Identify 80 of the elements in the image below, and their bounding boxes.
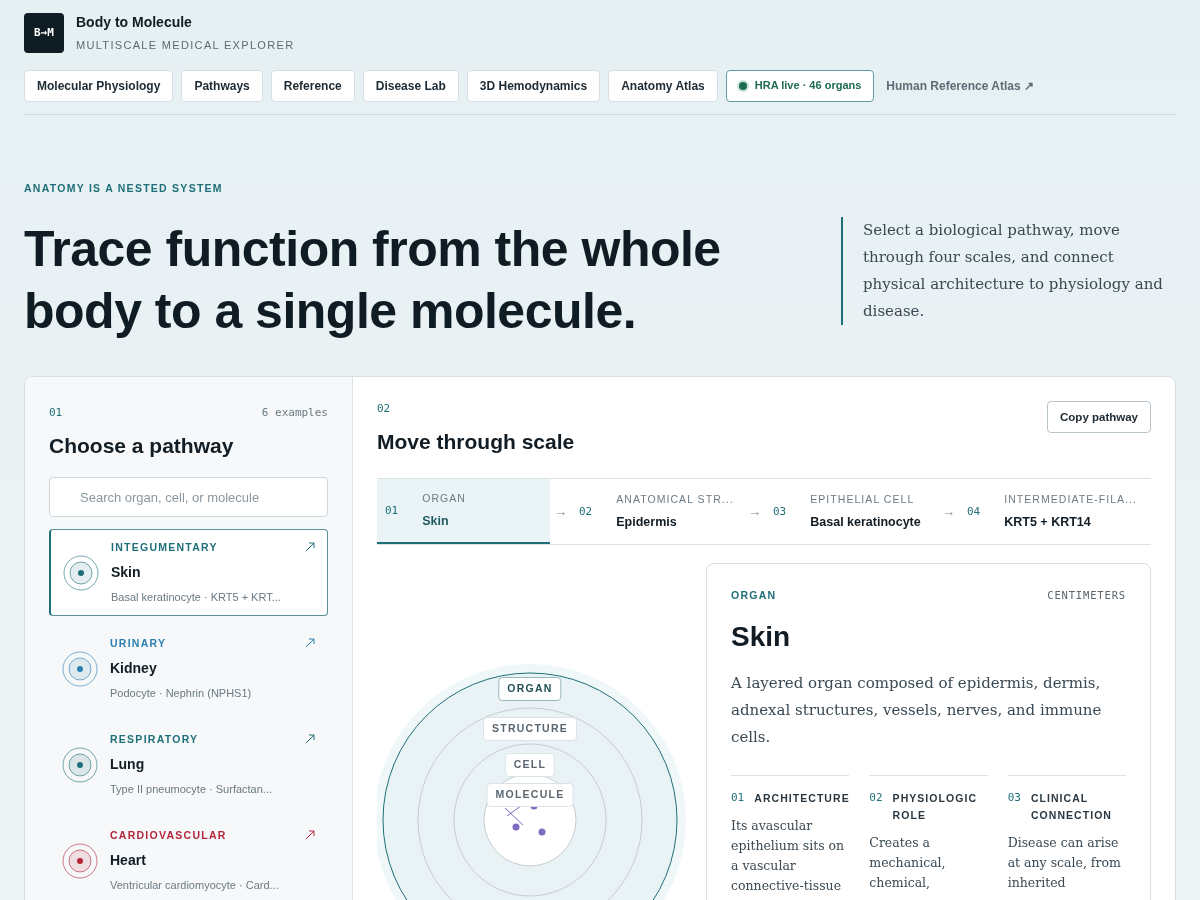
status-text: HRA live · 46 organs <box>754 78 862 94</box>
pathway-detail: Type II pneumocyte · Surfactan... <box>110 781 274 797</box>
category-label: RESPIRATORY <box>110 732 200 748</box>
step-label: ORGAN <box>422 491 466 506</box>
facet-title: ARCHITECTURE <box>754 791 850 806</box>
step-index: 03 <box>773 503 787 520</box>
nav-button[interactable]: Pathways <box>181 69 263 102</box>
app-title: Body to Molecule <box>76 13 193 32</box>
pathway-item[interactable]: RESPIRATORY Lung Type II pneumocyte · Surfactan... <box>49 721 328 809</box>
scale-step[interactable]: 02 ANATOMICAL STR... Epidermis <box>571 479 744 545</box>
target-icon <box>62 650 98 687</box>
facet-number: 02 <box>869 790 883 806</box>
category-label: URINARY <box>110 636 168 652</box>
step-label: INTERMEDIATE-FILA... <box>1004 492 1138 507</box>
step-value: Basal keratinocyte <box>810 513 921 531</box>
step-index: 04 <box>967 503 981 520</box>
step-index: 01 <box>385 502 399 519</box>
step-number: 02 <box>377 401 392 418</box>
step-arrow: → <box>941 503 956 521</box>
arrow-icon <box>305 542 315 553</box>
step-arrow: → <box>747 503 762 521</box>
scale-label[interactable]: CELL <box>504 753 556 777</box>
step-arrow: → <box>553 503 568 521</box>
pathway-detail: Basal keratinocyte · KRT5 + KRT... <box>111 589 282 605</box>
hero-heading: Trace function from the whole body to a single molecule. <box>24 220 722 342</box>
step-number: 01 <box>49 405 63 422</box>
target-icon <box>62 746 98 783</box>
pathway-item[interactable]: CARDIOVASCULAR Heart Ventricular cardiomyocyte · Card... <box>49 817 328 900</box>
search-field[interactable]: Search organ, cell, or molecule <box>49 477 328 518</box>
step-value: Skin <box>422 512 450 530</box>
example-count: 6 examples <box>261 405 328 422</box>
facet-number: 01 <box>731 790 745 806</box>
category-label: CARDIOVASCULAR <box>110 828 228 844</box>
organ-name: Heart <box>110 850 147 870</box>
level-label: ORGAN <box>731 588 777 604</box>
arrow-icon <box>305 638 315 649</box>
nav-button[interactable]: Molecular Physiology <box>24 69 174 102</box>
arrow-icon <box>305 734 315 745</box>
scale-step[interactable]: 01 ORGAN Skin <box>377 479 550 545</box>
detail-title: Skin <box>731 620 792 654</box>
scale-label[interactable]: STRUCTURE <box>482 717 578 741</box>
step-value: KRT5 + KRT14 <box>1004 513 1092 531</box>
app-subtitle: MULTISCALE MEDICAL EXPLORER <box>76 38 295 53</box>
organ-name: Skin <box>111 562 142 582</box>
target-icon <box>62 842 98 879</box>
panel-title: Move through scale <box>377 428 575 455</box>
facet-text: Creates a mechanical, chemical, <box>869 834 947 892</box>
scale-label[interactable]: ORGAN <box>498 677 562 701</box>
target-icon <box>63 554 99 591</box>
arrow-icon <box>305 830 315 841</box>
facet-number: 03 <box>1007 790 1021 806</box>
facet-title: PHYSIOLOGIC ROLE <box>892 791 979 823</box>
unit-label: CENTIMETERS <box>1047 588 1126 604</box>
facet-title: CLINICAL CONNECTION <box>1030 791 1113 823</box>
hero-intro: Select a biological pathway, move through four scales, and connect physical architecture to physiology and disease. <box>841 216 1172 325</box>
pathway-detail: Podocyte · Nephrin (NPHS1) <box>110 685 253 701</box>
organ-name: Kidney <box>110 658 158 678</box>
scale-step[interactable]: 03 EPITHELIAL CELL Basal keratinocyte <box>765 479 938 545</box>
facet-text: Disease can arise at any scale, from inherited <box>1007 834 1122 892</box>
nav-button[interactable]: Disease Lab <box>362 69 459 102</box>
nav-button[interactable]: Anatomy Atlas <box>608 69 718 102</box>
organ-name: Lung <box>110 754 146 774</box>
nav-button[interactable]: 3D Hemodynamics <box>466 69 601 102</box>
panel-title: Choose a pathway <box>49 432 235 459</box>
logo: B→M <box>24 12 64 53</box>
nav-button[interactable]: Reference <box>270 69 355 102</box>
step-index: 02 <box>579 503 593 520</box>
pathway-item[interactable]: URINARY Kidney Podocyte · Nephrin (NPHS1) <box>49 625 328 713</box>
pathway-detail: Ventricular cardiomyocyte · Card... <box>110 877 280 893</box>
facet-text: Its avascular epithelium sits on a vascular connective-tissue <box>731 817 846 895</box>
hero-eyebrow: ANATOMY IS A NESTED SYSTEM <box>24 180 224 196</box>
pathway-item[interactable]: INTEGUMENTARY Skin Basal keratinocyte · KRT5 + KRT... <box>49 529 328 617</box>
step-label: ANATOMICAL STR... <box>616 492 734 507</box>
scale-label[interactable]: MOLECULE <box>486 783 574 807</box>
step-value: Epidermis <box>616 513 678 531</box>
copy-button[interactable]: Copy pathway <box>1047 401 1151 434</box>
step-label: EPITHELIAL CELL <box>810 492 916 507</box>
external-link[interactable]: Human Reference Atlas ↗ <box>886 76 1034 95</box>
category-label: INTEGUMENTARY <box>111 540 219 556</box>
detail-description: A layered organ composed of epidermis, dermis, adnexal structures, vessels, nerves, and immune cells. <box>731 673 1103 748</box>
